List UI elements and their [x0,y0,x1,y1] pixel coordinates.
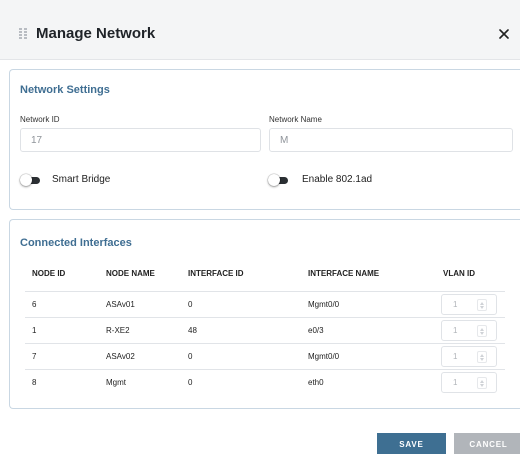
interface-name-cell: Mgmt0/0 [308,352,340,361]
column-header-node-name: NODE NAME [106,269,155,278]
interface-name-cell: e0/3 [308,326,324,335]
table-row: 6 ASAv01 0 Mgmt0/0 1 [25,291,505,317]
vlan-id-value: 1 [453,352,458,361]
dialog-header: Manage Network [0,0,520,60]
interface-id-cell: 0 [188,300,193,309]
smart-bridge-toggle[interactable] [20,174,40,186]
vlan-id-value: 1 [453,300,458,309]
network-settings-title: Network Settings [20,84,110,96]
network-settings-panel: Network Settings Network ID Network Name… [9,69,520,210]
close-icon[interactable] [496,26,512,42]
table-row: 7 ASAv02 0 Mgmt0/0 1 [25,343,505,369]
save-button[interactable]: SAVE [377,433,446,454]
vlan-id-input[interactable]: 1 [441,294,497,315]
interface-name-cell: Mgmt0/0 [308,300,340,309]
node-name-cell: ASAv02 [106,352,135,361]
node-id-cell: 8 [32,378,37,387]
column-header-interface-name: INTERFACE NAME [308,269,380,278]
network-id-label: Network ID [20,115,60,124]
table-row: 1 R-XE2 48 e0/3 1 [25,317,505,343]
smart-bridge-label: Smart Bridge [52,174,111,185]
vlan-id-value: 1 [453,326,458,335]
enable-8021ad-label: Enable 802.1ad [302,174,373,185]
network-name-input[interactable] [269,128,513,152]
vlan-stepper-icon[interactable] [477,325,487,337]
cancel-button[interactable]: CANCEL [454,433,520,454]
connected-interfaces-panel: Connected Interfaces NODE ID NODE NAME I… [9,219,520,409]
interface-id-cell: 0 [188,378,193,387]
column-header-vlan-id: VLAN ID [443,269,475,278]
vlan-stepper-icon[interactable] [477,299,487,311]
drag-handle-icon[interactable] [19,28,27,40]
node-name-cell: Mgmt [106,378,126,387]
vlan-id-value: 1 [453,378,458,387]
node-id-cell: 1 [32,326,37,335]
network-name-label: Network Name [269,115,322,124]
vlan-id-input[interactable]: 1 [441,346,497,367]
interface-id-cell: 0 [188,352,193,361]
node-name-cell: R-XE2 [106,326,130,335]
vlan-id-input[interactable]: 1 [441,372,497,393]
node-id-cell: 7 [32,352,37,361]
interface-name-cell: eth0 [308,378,324,387]
column-header-node-id: NODE ID [32,269,66,278]
node-name-cell: ASAv01 [106,300,135,309]
table-row: 8 Mgmt 0 eth0 1 [25,369,505,395]
enable-8021ad-toggle[interactable] [268,174,288,186]
connected-interfaces-title: Connected Interfaces [20,237,132,249]
vlan-id-input[interactable]: 1 [441,320,497,341]
node-id-cell: 6 [32,300,37,309]
vlan-stepper-icon[interactable] [477,351,487,363]
interface-id-cell: 48 [188,326,197,335]
network-id-input[interactable] [20,128,261,152]
dialog-title: Manage Network [36,25,156,42]
column-header-interface-id: INTERFACE ID [188,269,244,278]
vlan-stepper-icon[interactable] [477,377,487,389]
